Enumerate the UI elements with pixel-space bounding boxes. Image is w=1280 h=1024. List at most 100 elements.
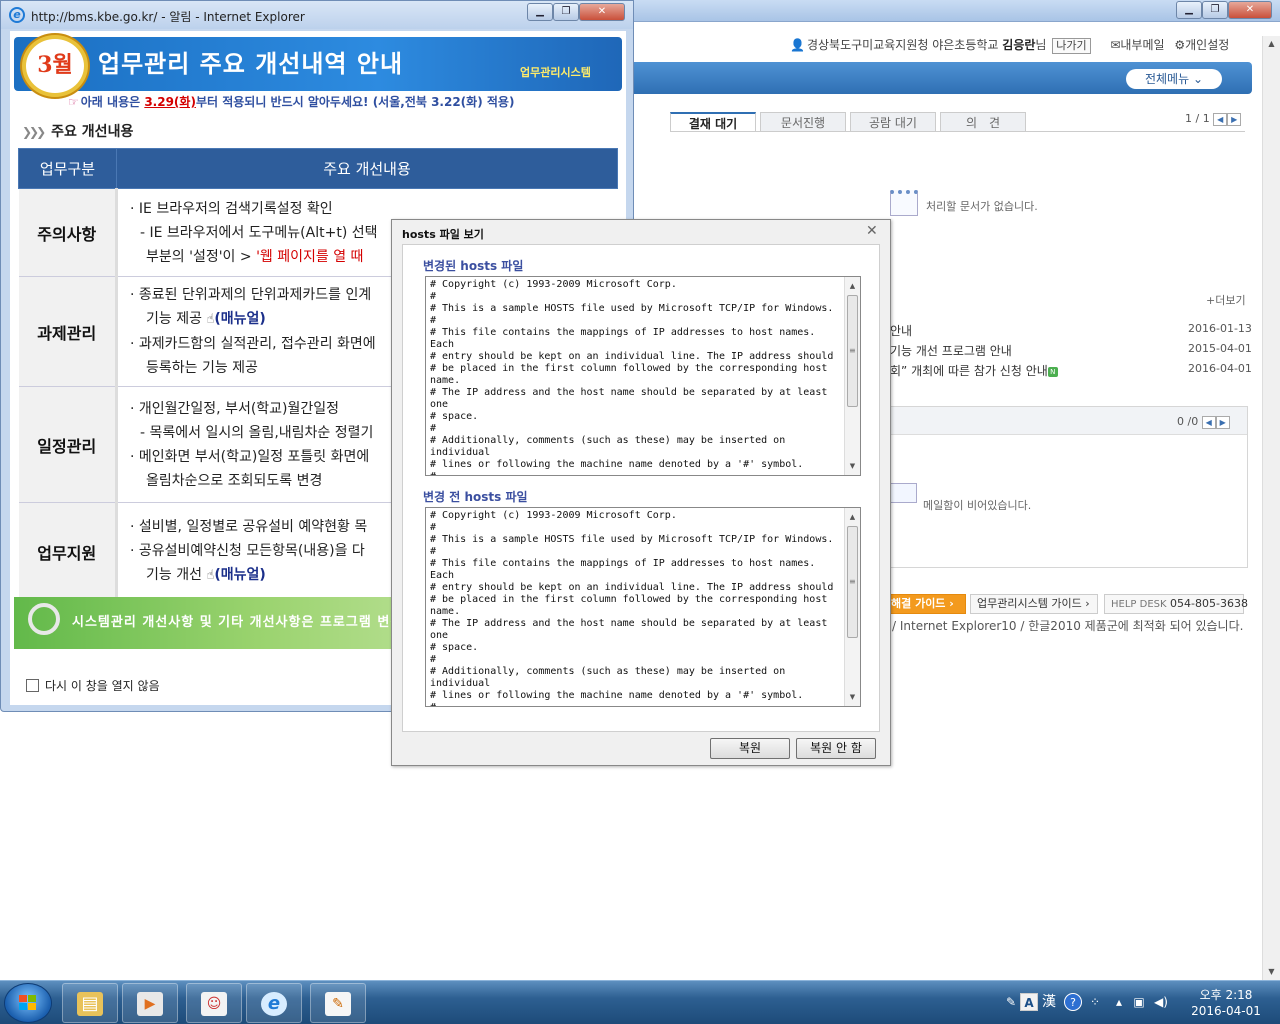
notice-title[interactable]: 회” 개최에 따른 참가 신청 안내 N [890, 362, 1180, 379]
notice-title[interactable]: 안내 [890, 322, 1180, 339]
dialog-title: hosts 파일 보기 [402, 228, 484, 241]
helpdesk-number: 054-805-3638 [1170, 597, 1248, 610]
notice-title[interactable]: 기능 개선 프로그램 안내 [890, 342, 1180, 359]
media-player-icon: ▶ [137, 992, 163, 1016]
description-line: · IE 브라우저의 검색기록설정 확인 [130, 200, 333, 217]
description-highlight: '웹 페이지를 열 때 [256, 248, 364, 265]
windows-logo-icon [19, 995, 37, 1011]
no-restore-button[interactable]: 복원 안 함 [796, 738, 876, 759]
folder-icon: ▤ [77, 992, 103, 1016]
scroll-up-icon[interactable]: ▲ [1263, 36, 1280, 52]
scroll-up-icon[interactable]: ▲ [845, 279, 860, 293]
section-heading: ❯❯❯ 주요 개선내용 [22, 121, 133, 141]
scroll-down-icon[interactable]: ▼ [845, 459, 860, 473]
network-icon[interactable]: ▣ [1130, 993, 1148, 1011]
tab-pending-approval[interactable]: 결재 대기 [670, 112, 756, 132]
prev-page-button[interactable]: ◀ [1201, 415, 1216, 429]
dont-open-label: 다시 이 창을 열지 않음 [45, 679, 160, 693]
category-cell: 과제관리 [18, 276, 118, 387]
helpdesk-label: HELP DESK [1111, 599, 1167, 610]
header-banner: 3월 업무관리 주요 개선내역 안내 업무관리시스템 [14, 35, 622, 97]
envelope-icon [889, 483, 917, 503]
next-page-button[interactable]: ▶ [1215, 415, 1230, 429]
textarea-scrollbar[interactable]: ▲ ≡ ▼ [844, 508, 860, 706]
section-title: 주요 개선내용 [51, 124, 134, 140]
logout-button[interactable]: 나가기 [1052, 38, 1091, 54]
system-guide-button[interactable]: 업무관리시스템 가이드 › [970, 594, 1098, 614]
tab-document-progress[interactable]: 문서진행 [760, 112, 846, 132]
popup-maximize-button[interactable]: ❐ [553, 3, 579, 21]
notice-title-text[interactable]: 회” 개최에 따른 참가 신청 안내 [890, 364, 1048, 378]
approval-page-count: 1 / 1 [1185, 112, 1210, 125]
taskbar-explorer[interactable]: ▤ [62, 983, 118, 1023]
options-icon[interactable]: ⁘ [1086, 993, 1104, 1011]
chevron-down-icon: ⌄ [1192, 72, 1204, 86]
approval-tabs: 결재 대기 문서진행 공람 대기 의 견 [670, 112, 1030, 132]
pencil-icon[interactable]: ✎ [1002, 993, 1020, 1011]
clock[interactable]: 오후 2:18 2016-04-01 [1180, 987, 1272, 1019]
notice-item[interactable]: 기능 개선 프로그램 안내 2015-04-01 [890, 342, 1252, 359]
internal-mail-link[interactable]: 내부메일 [1120, 38, 1164, 52]
scroll-down-icon[interactable]: ▼ [1263, 964, 1280, 980]
divider [670, 131, 1245, 132]
notice-prefix: 아래 내용은 [80, 95, 145, 109]
taskbar-paint[interactable]: ✎ [310, 983, 366, 1023]
restore-button[interactable]: 복원 [710, 738, 790, 759]
notice-item[interactable]: 회” 개최에 따른 참가 신청 안내 N 2016-04-01 [890, 362, 1252, 379]
more-link[interactable]: +더보기 [1206, 292, 1246, 308]
manual-link[interactable]: (매뉴얼) [214, 567, 265, 583]
close-icon[interactable]: ✕ [866, 223, 878, 239]
minimize-button[interactable]: ▁ [1176, 1, 1202, 19]
taskbar-media-player[interactable]: ▶ [122, 983, 178, 1023]
prev-page-button[interactable]: ◀ [1213, 112, 1228, 126]
troubleshoot-guide-button[interactable]: 해결 가이드 › [884, 594, 966, 614]
taskbar-internet-explorer[interactable]: e [246, 983, 302, 1023]
scroll-up-icon[interactable]: ▲ [845, 510, 860, 524]
notice-date: 2016-01-13 [1188, 322, 1252, 335]
notice-date: 2016-04-01 [1188, 362, 1252, 375]
tab-pending-review[interactable]: 공람 대기 [850, 112, 936, 132]
table-header: 주요 개선내용 [116, 148, 618, 189]
notice-suffix: 부터 적용되니 반드시 알아두세요! (서울,전북 3.22(화) 적용) [195, 95, 515, 109]
banner-title: 업무관리 주요 개선내역 안내 [98, 50, 404, 78]
help-icon[interactable]: ? [1064, 993, 1082, 1011]
dialog-body: 변경된 hosts 파일 # Copyright (c) 1993-2009 M… [402, 244, 880, 732]
manual-link[interactable]: (매뉴얼) [214, 311, 265, 327]
scroll-down-icon[interactable]: ▼ [845, 690, 860, 704]
maximize-button[interactable]: ❐ [1202, 1, 1228, 19]
magnifier-icon [28, 603, 60, 635]
dont-open-again-option[interactable]: 다시 이 창을 열지 않음 [26, 677, 160, 694]
popup-close-button[interactable]: ✕ [579, 3, 625, 21]
changed-hosts-label: 변경된 hosts 파일 [423, 259, 524, 273]
notice-date: 3.29(화) [144, 95, 196, 109]
original-hosts-content: # Copyright (c) 1993-2009 Microsoft Corp… [430, 510, 834, 706]
volume-icon[interactable]: ◀) [1152, 993, 1170, 1011]
taskbar-messenger[interactable]: ☺ [186, 983, 242, 1023]
start-button[interactable] [4, 983, 52, 1023]
changed-hosts-textarea[interactable]: # Copyright (c) 1993-2009 Microsoft Corp… [425, 276, 861, 476]
grip-icon: ≡ [849, 346, 856, 355]
next-page-button[interactable]: ▶ [1227, 112, 1242, 126]
new-badge: N [1047, 366, 1058, 377]
popup-minimize-button[interactable]: ▁ [527, 3, 553, 21]
tab-opinions[interactable]: 의 견 [940, 112, 1026, 132]
guide2-label: 업무관리시스템 가이드 [977, 597, 1082, 610]
textarea-scrollbar[interactable]: ▲ ≡ ▼ [844, 277, 860, 475]
close-button[interactable]: ✕ [1228, 1, 1272, 19]
notice-item[interactable]: 안내 2016-01-13 [890, 322, 1252, 339]
category-cell: 주의사항 [18, 188, 118, 277]
hanja-icon[interactable]: 漢 [1040, 993, 1058, 1011]
chevron-right-icon: › [949, 597, 954, 610]
personal-settings-link[interactable]: 개인설정 [1185, 38, 1229, 52]
dont-open-checkbox[interactable] [26, 679, 39, 692]
show-hidden-icons-icon[interactable]: ▴ [1110, 993, 1128, 1011]
table-header-row: 업무구분 주요 개선내용 [18, 148, 618, 189]
notice-date: 2015-04-01 [1188, 342, 1252, 355]
mail-icon: ✉ [1110, 38, 1121, 52]
mail-page-count: 0 /0 [1177, 415, 1199, 428]
all-menu-button[interactable]: 전체메뉴 ⌄ [1126, 69, 1222, 89]
category-cell: 업무지원 [18, 502, 118, 601]
original-hosts-textarea[interactable]: # Copyright (c) 1993-2009 Microsoft Corp… [425, 507, 861, 707]
page-scrollbar[interactable]: ▲ ▼ [1262, 36, 1280, 980]
ime-mode-icon[interactable]: A [1020, 993, 1038, 1011]
